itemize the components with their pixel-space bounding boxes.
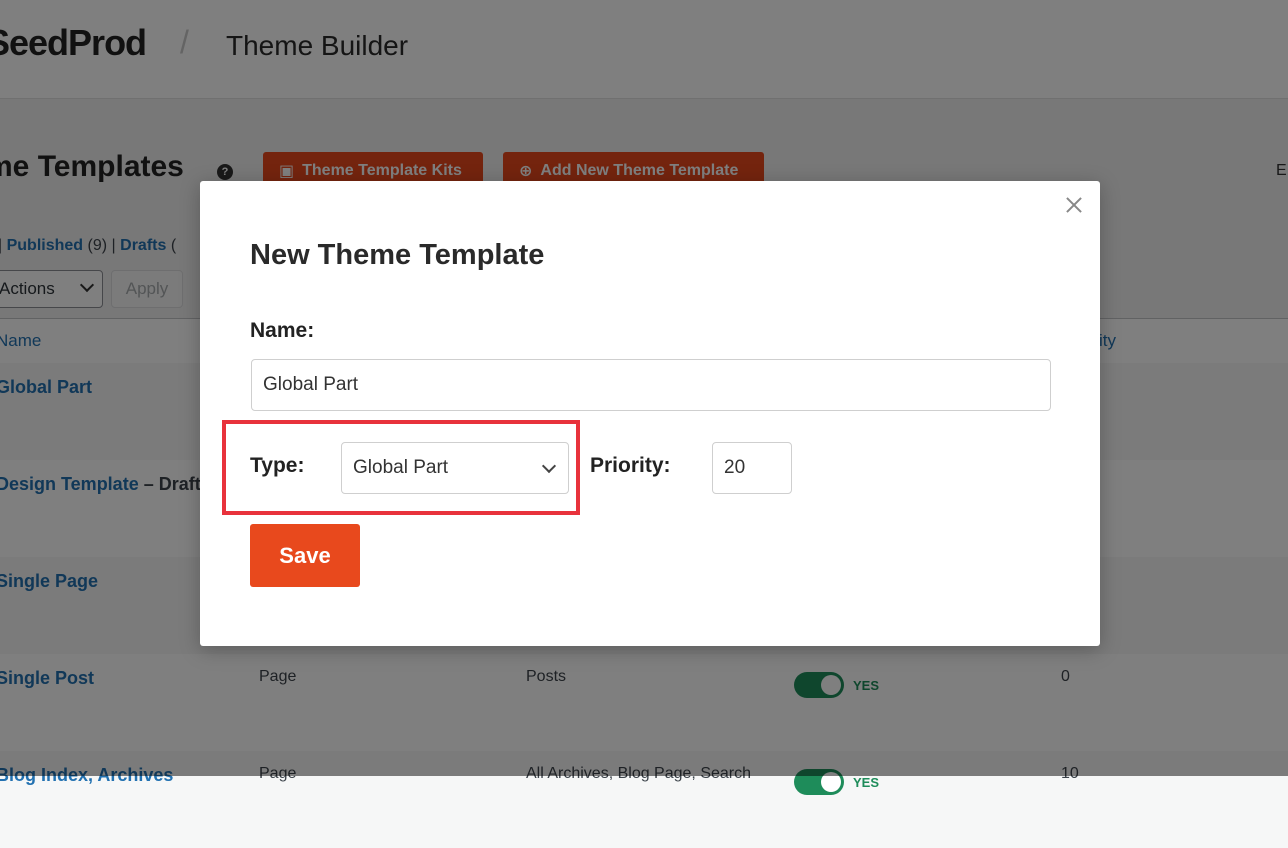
- type-label: Type:: [250, 454, 305, 477]
- priority-input[interactable]: [712, 442, 792, 494]
- chevron-down-icon: [541, 458, 557, 474]
- new-theme-template-modal: New Theme Template Name: Type: Global Pa…: [200, 181, 1100, 646]
- close-icon[interactable]: [1062, 193, 1086, 217]
- type-select[interactable]: Global Part: [341, 442, 569, 494]
- active-toggle-label: YES: [853, 775, 880, 790]
- name-label: Name:: [250, 319, 315, 342]
- priority-label: Priority:: [590, 454, 671, 477]
- type-select-value: Global Part: [353, 457, 449, 478]
- save-button[interactable]: Save: [250, 524, 360, 587]
- name-input[interactable]: [251, 359, 1051, 411]
- modal-title: New Theme Template: [250, 239, 545, 271]
